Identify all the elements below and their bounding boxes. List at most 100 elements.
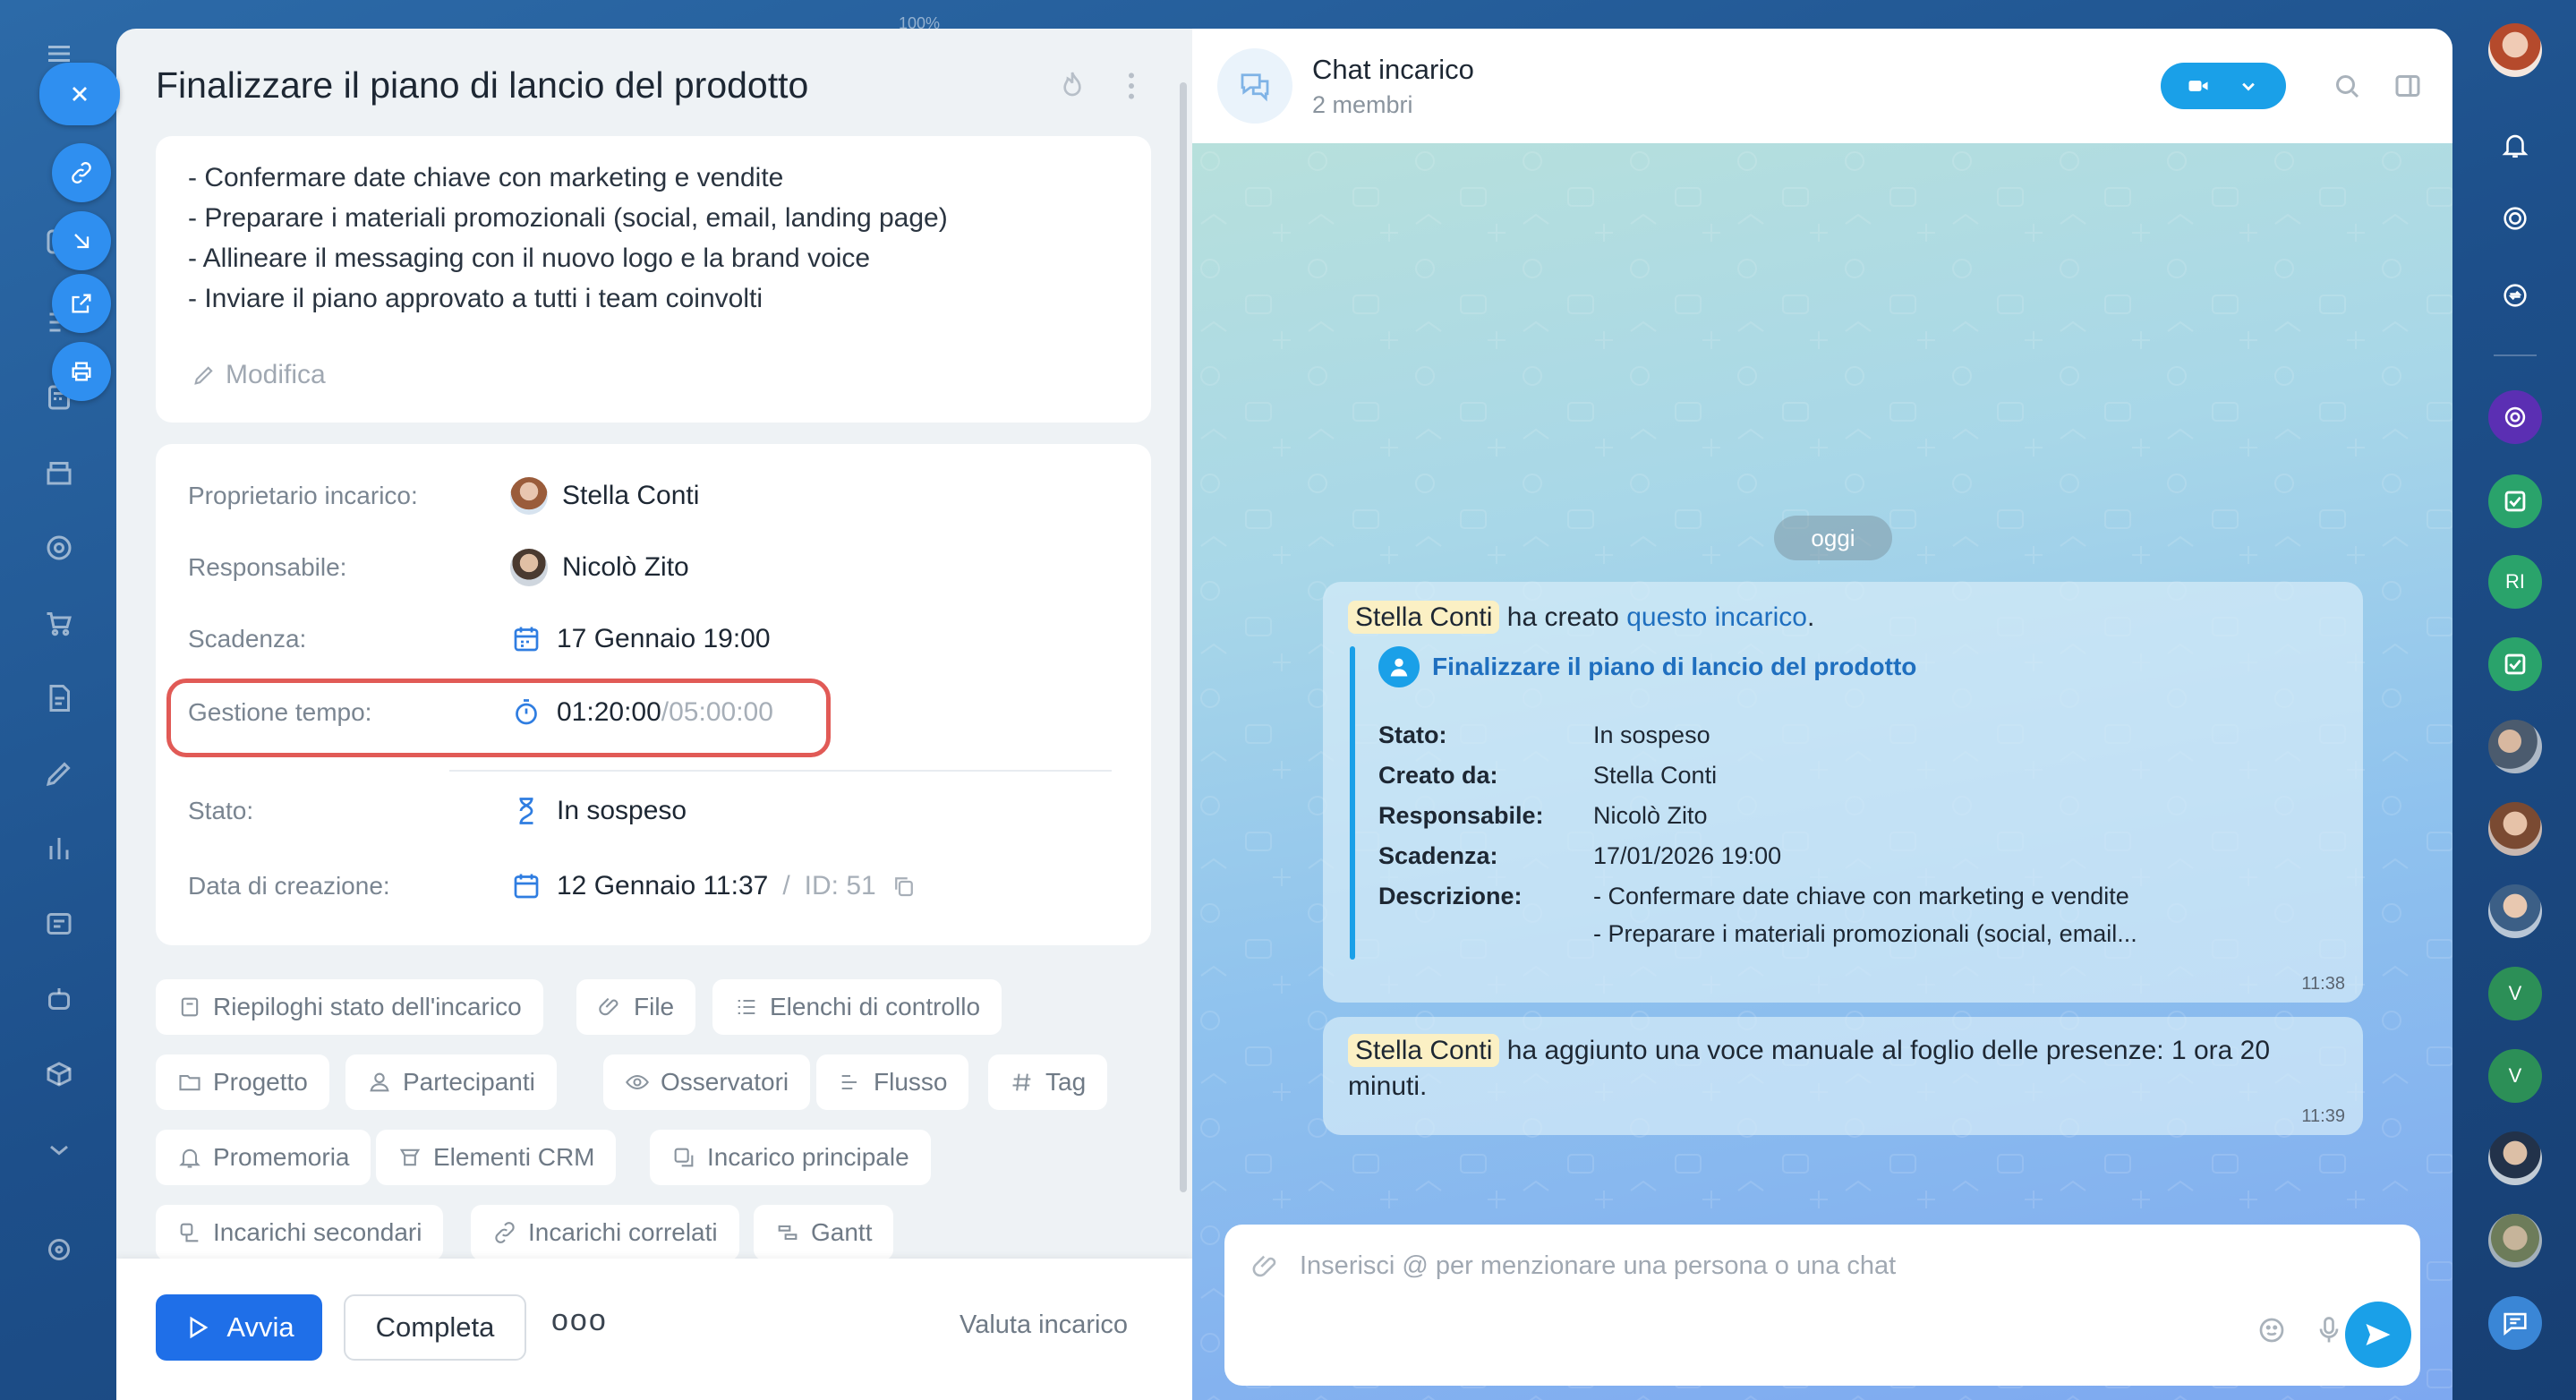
quote-value: Nicolò Zito (1593, 802, 1708, 829)
chip-label: Incarico principale (707, 1143, 909, 1171)
chat-members[interactable]: 2 membri (1312, 91, 1413, 119)
eye-icon (626, 1074, 649, 1090)
owner-value[interactable]: Stella Conti (510, 477, 699, 515)
close-button[interactable] (39, 63, 120, 125)
chip-parent-task[interactable]: Incarico principale (650, 1130, 931, 1185)
notifications-icon[interactable] (2488, 118, 2542, 172)
description-line: - Inviare il piano approvato a tutti i t… (188, 284, 763, 313)
folder-icon (179, 1074, 200, 1091)
chip-crm[interactable]: Elementi CRM (376, 1130, 617, 1185)
side-panel-icon[interactable] (2392, 70, 2424, 102)
chip-reminder[interactable]: Promemoria (156, 1130, 371, 1185)
scrollbar[interactable] (1180, 82, 1187, 1192)
more-button[interactable]: ooo (551, 1303, 608, 1338)
contact-avatar[interactable] (2488, 1131, 2542, 1185)
cart-icon[interactable] (41, 605, 77, 641)
play-icon (190, 1316, 209, 1339)
start-button[interactable]: Avvia (156, 1294, 322, 1361)
contact-avatar[interactable] (2488, 802, 2542, 856)
date-separator: oggi (1774, 516, 1892, 560)
complete-button[interactable]: Completa (344, 1294, 526, 1361)
chat-messages-area[interactable]: oggi Stella Conti ha creato questo incar… (1192, 143, 2452, 1400)
edit-description-link[interactable]: Modifica (192, 360, 326, 390)
task-chat-icon-2[interactable] (2488, 637, 2542, 691)
chat-badge-v[interactable]: V (2488, 967, 2542, 1020)
quote-key: Creato da: (1378, 762, 1498, 789)
news-icon[interactable] (41, 906, 77, 942)
task-title: Finalizzare il piano di lancio del prodo… (156, 64, 809, 106)
contact-avatar[interactable] (2488, 884, 2542, 938)
contact-avatar[interactable] (2488, 1214, 2542, 1268)
flow-icon (841, 1074, 857, 1090)
document-icon[interactable] (41, 680, 77, 716)
rate-task-link[interactable]: Valuta incarico (960, 1310, 1128, 1340)
quote-row: Creato da: Stella Conti (1378, 762, 1717, 790)
settings-icon[interactable] (41, 1232, 77, 1268)
emoji-icon[interactable] (2256, 1314, 2288, 1346)
chip-gantt[interactable]: Gantt (754, 1205, 894, 1260)
chip-status-summary[interactable]: Riepiloghi stato dell'incarico (156, 979, 543, 1035)
send-button[interactable] (2345, 1302, 2411, 1368)
task-footer: Avvia Completa ooo Valuta incarico (116, 1259, 1192, 1400)
chip-checklists[interactable]: Elenchi di controllo (712, 979, 1002, 1035)
chat-avatar (1217, 48, 1292, 124)
user-avatar-icon (1378, 646, 1420, 687)
print-button[interactable] (52, 342, 111, 401)
group-avatar[interactable] (2488, 720, 2542, 773)
chevron-down-icon (2242, 82, 2255, 91)
user-avatar[interactable] (2488, 23, 2542, 77)
quote-key: Responsabile: (1378, 802, 1544, 829)
deadline-text: 17 Gennaio 19:00 (557, 624, 771, 653)
chat-badge-ri[interactable]: RI (2488, 555, 2542, 609)
copilot-icon[interactable] (2488, 192, 2542, 245)
author-tag[interactable]: Stella Conti (1348, 1034, 1500, 1067)
task-link[interactable]: questo incarico (1626, 602, 1807, 632)
flame-icon[interactable] (1054, 68, 1090, 104)
copilot-chat-icon[interactable] (2488, 390, 2542, 444)
box-icon[interactable] (41, 1056, 77, 1092)
chip-tag[interactable]: Tag (988, 1054, 1108, 1110)
chip-project[interactable]: Progetto (156, 1054, 329, 1110)
responsible-value[interactable]: Nicolò Zito (510, 549, 689, 586)
chip-label: Gantt (811, 1218, 873, 1246)
sync-icon[interactable] (2488, 269, 2542, 322)
chat-badge-v[interactable]: V (2488, 1049, 2542, 1103)
more-vertical-icon[interactable] (1113, 68, 1149, 104)
quote-key: Descrizione: (1378, 883, 1523, 909)
target-icon[interactable] (41, 530, 77, 566)
bot-icon[interactable] (41, 981, 77, 1017)
chip-label: Partecipanti (403, 1068, 535, 1096)
microphone-icon[interactable] (2313, 1314, 2345, 1346)
paperclip-icon[interactable] (1251, 1251, 1282, 1282)
chip-flow[interactable]: Flusso (816, 1054, 969, 1110)
minimize-button[interactable] (52, 211, 111, 270)
search-icon[interactable] (2331, 70, 2363, 102)
open-channels-icon[interactable] (2488, 1296, 2542, 1350)
chevron-down-icon[interactable] (41, 1131, 77, 1167)
copy-link-button[interactable] (52, 143, 111, 202)
message-input-box[interactable]: Inserisci @ per menzionare una persona o… (1224, 1225, 2420, 1386)
chat-title: Chat incarico (1312, 54, 1474, 85)
chip-observers[interactable]: Osservatori (603, 1054, 811, 1110)
task-chat-icon[interactable] (2488, 474, 2542, 528)
deadline-row: Scadenza: 17 Gennaio 19:00 (188, 612, 1119, 666)
sign-icon[interactable] (41, 755, 77, 791)
chip-related-tasks[interactable]: Incarichi correlati (471, 1205, 739, 1260)
message-input-placeholder[interactable]: Inserisci @ per menzionare una persona o… (1300, 1251, 1896, 1281)
chip-subtasks[interactable]: Incarichi secondari (156, 1205, 444, 1260)
deadline-value[interactable]: 17 Gennaio 19:00 (510, 623, 771, 655)
copy-icon[interactable] (891, 873, 917, 900)
store-icon[interactable] (41, 455, 77, 491)
chip-participants[interactable]: Partecipanti (345, 1054, 557, 1110)
link-icon (72, 162, 91, 184)
video-call-button[interactable] (2161, 63, 2286, 109)
analytics-icon[interactable] (41, 831, 77, 866)
status-row: Stato: In sospeso (188, 784, 1119, 838)
responsible-row: Responsabile: Nicolò Zito (188, 541, 1119, 594)
chip-label: Tag (1045, 1068, 1087, 1096)
chip-files[interactable]: File (576, 979, 696, 1035)
author-tag[interactable]: Stella Conti (1348, 601, 1500, 634)
quote-title[interactable]: Finalizzare il piano di lancio del prodo… (1378, 646, 1916, 687)
open-new-window-button[interactable] (52, 274, 111, 333)
avatar (510, 477, 548, 515)
